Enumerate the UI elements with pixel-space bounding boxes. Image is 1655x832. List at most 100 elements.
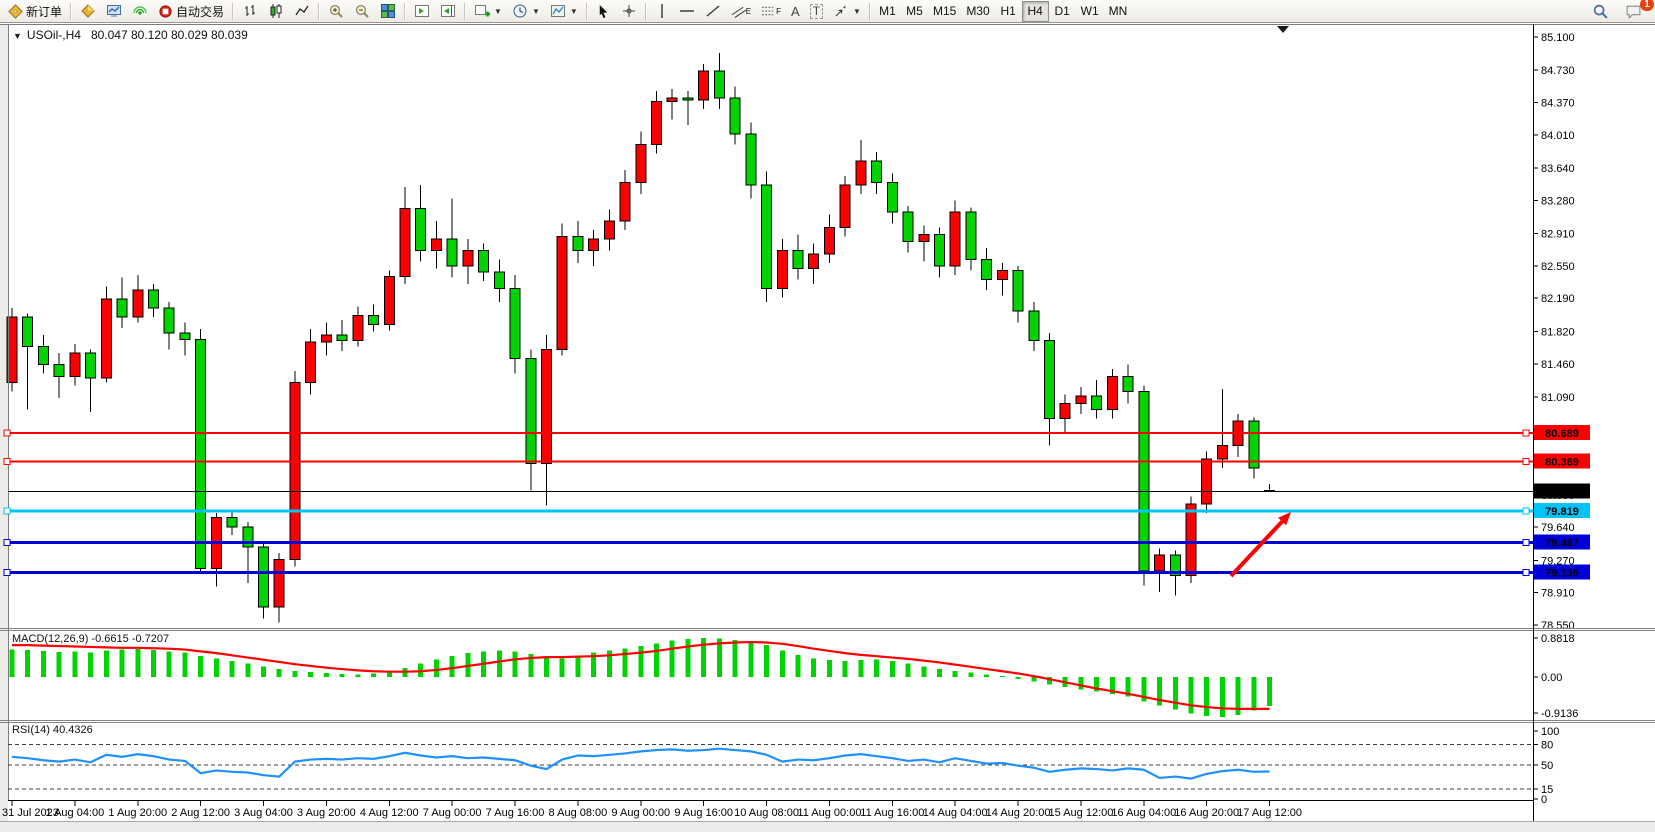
timeframe-m30-button[interactable]: M30	[961, 1, 994, 22]
svg-text:83.640: 83.640	[1541, 163, 1575, 175]
text-button[interactable]: A	[786, 1, 805, 22]
svg-text:78.910: 78.910	[1541, 588, 1575, 600]
svg-text:7 Aug 00:00: 7 Aug 00:00	[423, 807, 482, 819]
toolbar-separator	[586, 3, 588, 20]
quote-ohlc-label: 80.047 80.120 80.029 80.039	[91, 28, 248, 42]
terminal-button[interactable]	[101, 1, 127, 22]
svg-text:80: 80	[1541, 740, 1553, 752]
svg-text:82.190: 82.190	[1541, 293, 1575, 305]
toolbar-separator	[464, 3, 466, 20]
cursor-button[interactable]	[591, 1, 616, 22]
timeframe-d1-button[interactable]: D1	[1049, 1, 1076, 22]
fibonacci-letter: F	[776, 7, 781, 16]
indicators-icon	[474, 3, 490, 19]
svg-text:9 Aug 16:00: 9 Aug 16:00	[674, 807, 733, 819]
svg-text:100: 100	[1541, 726, 1559, 738]
tile-windows-button[interactable]	[375, 1, 401, 22]
auto-scroll-button[interactable]	[409, 1, 435, 22]
timeframe-w1-button[interactable]: W1	[1076, 1, 1104, 22]
svg-text:84.370: 84.370	[1541, 98, 1575, 110]
timeframe-h4-button[interactable]: H4	[1022, 1, 1049, 22]
svg-text:10 Aug 08:00: 10 Aug 08:00	[734, 807, 799, 819]
svg-text:-0.9136: -0.9136	[1541, 708, 1578, 720]
tile-windows-icon	[380, 3, 396, 19]
new-order-button[interactable]: 新订单	[3, 1, 67, 22]
svg-text:82.910: 82.910	[1541, 229, 1575, 241]
auto-trading-icon	[158, 4, 173, 19]
line-chart-button[interactable]	[289, 1, 315, 22]
market-watch-icon	[80, 3, 96, 19]
templates-button[interactable]: ▼	[545, 1, 583, 22]
timeframe-m5-button[interactable]: M5	[901, 1, 928, 22]
svg-text:50: 50	[1541, 760, 1553, 772]
search-button[interactable]	[1587, 1, 1614, 22]
timeframe-mn-button[interactable]: MN	[1104, 1, 1133, 22]
line-chart-icon	[294, 3, 310, 19]
fibonacci-button[interactable]: F	[756, 1, 786, 22]
chart-shift-button[interactable]	[435, 1, 461, 22]
svg-text:2 Aug 12:00: 2 Aug 12:00	[171, 807, 230, 819]
svg-text:1 Aug 20:00: 1 Aug 20:00	[108, 807, 167, 819]
svg-text:80.039: 80.039	[1545, 486, 1579, 498]
signals-button[interactable]	[127, 1, 153, 22]
trendline-icon	[705, 3, 721, 19]
svg-text:0: 0	[1541, 794, 1547, 806]
horizontal-line-button[interactable]	[674, 1, 700, 22]
svg-text:11 Aug 16:00: 11 Aug 16:00	[860, 807, 924, 819]
auto-trading-button[interactable]: 自动交易	[153, 1, 229, 22]
svg-text:80.689: 80.689	[1545, 428, 1579, 440]
timeframe-m15-button[interactable]: M15	[928, 1, 961, 22]
text-label-button[interactable]: T	[805, 1, 828, 22]
toolbar: 新订单 自动交易	[0, 0, 1655, 23]
crosshair-button[interactable]	[616, 1, 642, 22]
svg-text:79.467: 79.467	[1545, 538, 1579, 550]
svg-text:83.280: 83.280	[1541, 195, 1575, 207]
horizontal-line-icon	[679, 3, 695, 19]
terminal-icon	[106, 3, 122, 19]
templates-icon	[550, 3, 566, 19]
svg-text:81.090: 81.090	[1541, 392, 1575, 404]
svg-text:14 Aug 04:00: 14 Aug 04:00	[923, 807, 988, 819]
text-label-icon: T	[810, 4, 823, 19]
chart-plot-area[interactable]: 85.10084.73084.37084.01083.64083.28082.9…	[0, 0, 1655, 832]
svg-text:14 Aug 20:00: 14 Aug 20:00	[986, 807, 1051, 819]
market-watch-button[interactable]	[75, 1, 101, 22]
text-icon: A	[791, 4, 800, 19]
chart-header: ▼USOil-,H480.047 80.120 80.029 80.039	[13, 28, 248, 42]
mt4-application: 85.10084.73084.37084.01083.64083.28082.9…	[0, 0, 1655, 832]
collapse-quote-icon[interactable]: ▼	[13, 31, 22, 41]
vertical-line-button[interactable]	[650, 1, 674, 22]
svg-text:0.8818: 0.8818	[1541, 633, 1575, 645]
indicators-button[interactable]: ▼	[469, 1, 507, 22]
macd-indicator-label: MACD(12,26,9) -0.6615 -0.7207	[12, 633, 169, 645]
trendline-button[interactable]	[700, 1, 726, 22]
notification-badge: 1	[1640, 0, 1654, 11]
arrows-button[interactable]: ▼	[828, 1, 866, 22]
channel-letter: E	[746, 7, 751, 16]
channel-button[interactable]: E	[726, 1, 756, 22]
auto-scroll-icon	[414, 3, 430, 19]
zoom-in-button[interactable]	[323, 1, 349, 22]
timeframe-m1-button[interactable]: M1	[874, 1, 901, 22]
svg-text:3 Aug 04:00: 3 Aug 04:00	[234, 807, 293, 819]
candlestick-icon	[268, 3, 284, 19]
fibonacci-icon	[761, 3, 776, 19]
chevron-down-icon: ▼	[532, 7, 540, 16]
zoom-out-button[interactable]	[349, 1, 375, 22]
bar-chart-button[interactable]	[237, 1, 263, 22]
svg-text:80.369: 80.369	[1545, 457, 1579, 469]
timeframe-h1-button[interactable]: H1	[995, 1, 1022, 22]
chevron-down-icon: ▼	[853, 7, 861, 16]
crosshair-icon	[621, 3, 637, 19]
signals-icon	[132, 3, 148, 19]
channel-icon	[731, 3, 746, 19]
periods-button[interactable]: ▼	[507, 1, 545, 22]
svg-text:15 Aug 12:00: 15 Aug 12:00	[1049, 807, 1114, 819]
svg-text:11 Aug 00:00: 11 Aug 00:00	[797, 807, 861, 819]
chevron-down-icon: ▼	[494, 7, 502, 16]
candlestick-button[interactable]	[263, 1, 289, 22]
svg-text:82.550: 82.550	[1541, 261, 1575, 273]
svg-text:1 Aug 04:00: 1 Aug 04:00	[46, 807, 105, 819]
toolbar-separator	[404, 3, 406, 20]
svg-text:79.136: 79.136	[1545, 567, 1579, 579]
